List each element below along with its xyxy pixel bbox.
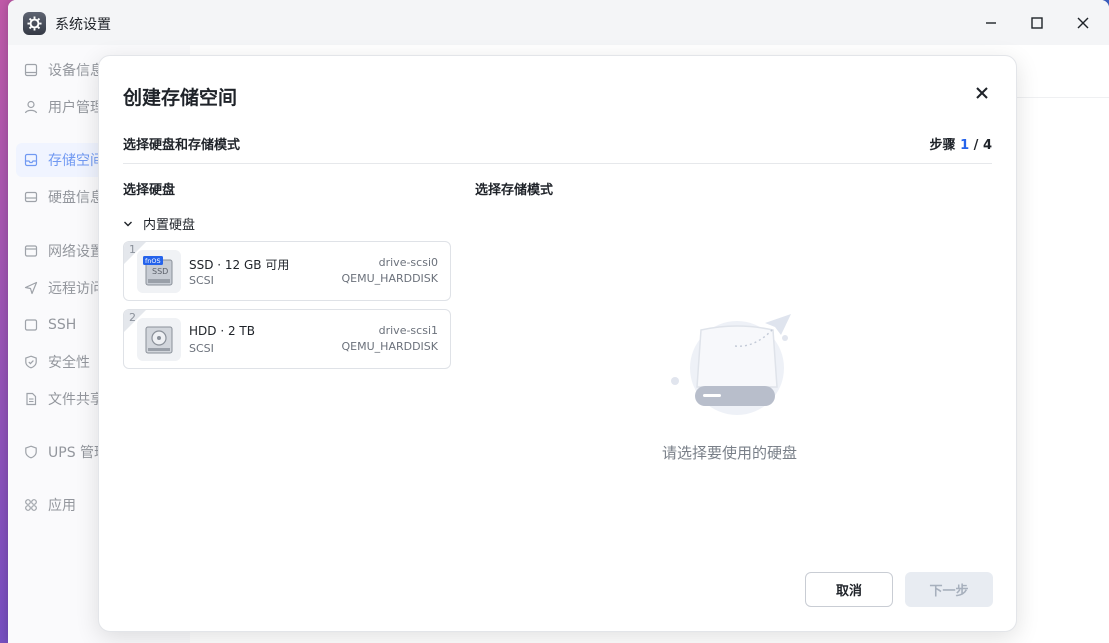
empty-disk-illustration [665, 311, 795, 421]
group-label: 内置硬盘 [143, 218, 196, 233]
hdd-icon [137, 318, 181, 361]
select-mode-heading: 选择存储模式 [475, 183, 554, 198]
maximize-icon [1031, 17, 1043, 29]
disk-name: SSD · 12 GB 可用 [189, 258, 290, 272]
disk-id: drive-scsi1 [378, 324, 438, 337]
dialog-close-button[interactable] [974, 85, 990, 101]
dialog-title: 创建存储空间 [123, 87, 238, 109]
dialog-divider [123, 163, 992, 164]
step-prefix: 步骤 [929, 138, 956, 153]
disk-name: HDD · 2 TB [189, 324, 255, 338]
disk-bus: SCSI [189, 342, 214, 355]
disk-id: drive-scsi0 [378, 256, 438, 269]
select-disk-heading: 选择硬盘 [123, 183, 176, 198]
close-window-button[interactable] [1072, 12, 1094, 34]
disk-index: 2 [129, 311, 136, 324]
next-step-button[interactable]: 下一步 [905, 572, 993, 607]
create-storage-dialog: 创建存储空间 选择硬盘和存储模式 步骤 1 / 4 选择硬盘 选择存储模式 内置… [98, 55, 1017, 632]
disk-index: 1 [129, 243, 136, 256]
window-title: 系统设置 [55, 17, 111, 33]
close-icon [1077, 17, 1089, 29]
chevron-down-icon [124, 221, 132, 226]
minimize-icon [986, 22, 996, 24]
close-icon [976, 87, 988, 99]
fnos-badge: fnOS [145, 257, 161, 265]
svg-text:SSD: SSD [152, 267, 168, 276]
step-current: 1 [960, 138, 970, 153]
minimize-button[interactable] [980, 12, 1002, 34]
cancel-button[interactable]: 取消 [805, 572, 893, 607]
disk-card[interactable]: 1 SSD fnOS SSD · 12 GB 可用 SCSI drive-scs… [123, 241, 451, 301]
internal-disk-group-toggle[interactable]: 内置硬盘 [123, 214, 195, 233]
dialog-subtitle: 选择硬盘和存储模式 [123, 138, 241, 153]
disk-model: QEMU_HARDDISK [341, 272, 438, 285]
ssd-icon: SSD fnOS [137, 250, 181, 293]
disk-bus: SCSI [189, 274, 214, 287]
empty-state-text: 请选择要使用的硬盘 [662, 444, 798, 462]
disk-model: QEMU_HARDDISK [341, 340, 438, 353]
step-total: 4 [982, 138, 992, 153]
title-bar: 系统设置 [8, 0, 1109, 45]
step-separator: / [973, 138, 979, 153]
gear-icon [23, 12, 46, 35]
settings-window: 系统设置 设备信息 用户管理 存储空间 硬盘信息 网络设置 远程访问 SSH 安… [8, 0, 1109, 643]
maximize-button[interactable] [1026, 12, 1048, 34]
disk-card[interactable]: 2 HDD · 2 TB SCSI drive-scsi1 QEMU_HARDD… [123, 309, 451, 369]
step-indicator: 步骤 1 / 4 [930, 134, 992, 153]
